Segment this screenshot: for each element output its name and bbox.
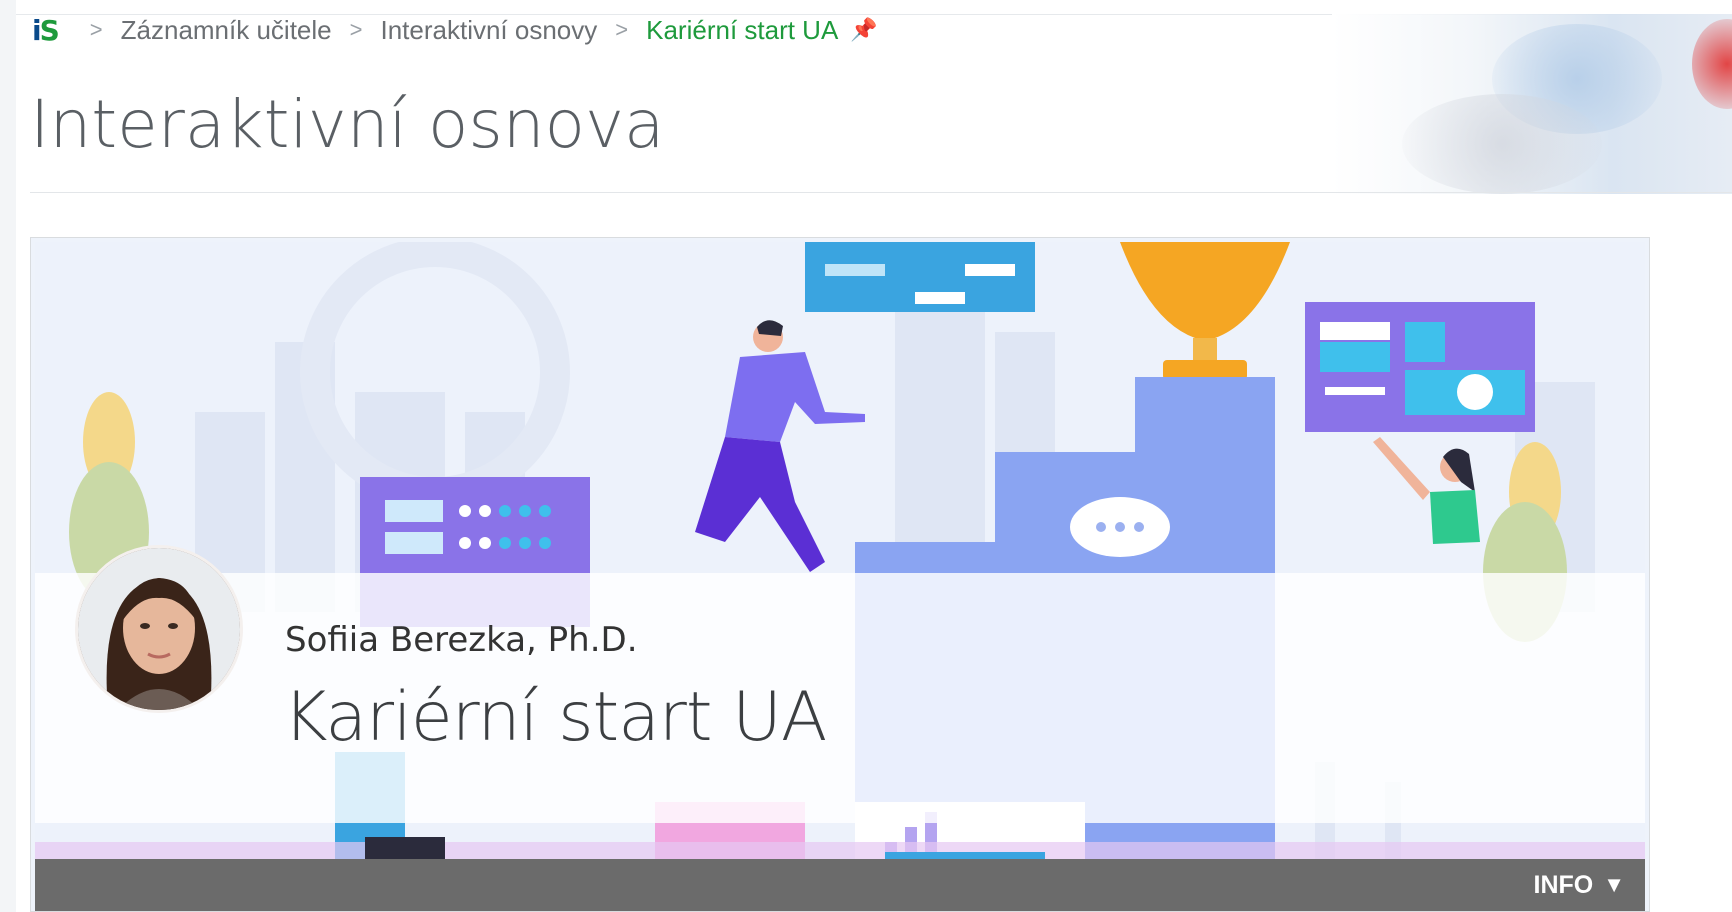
breadcrumb-item-zaznamnik[interactable]: Záznamník učitele <box>121 15 332 46</box>
info-toggle-button[interactable]: INFO ▼ <box>1534 869 1626 901</box>
breadcrumb-item-current: Kariérní start UA <box>646 14 839 45</box>
course-title: Kariérní start UA <box>283 678 827 757</box>
course-header-overlay <box>35 573 1645 823</box>
left-strip <box>0 0 16 912</box>
info-button-label: INFO <box>1533 870 1594 899</box>
avatar <box>75 545 243 713</box>
page-title: Interaktivní osnova <box>30 86 665 163</box>
course-author[interactable]: Sofiia Berezka, Ph.D. <box>285 620 638 660</box>
pin-icon[interactable]: 📌 <box>850 17 877 43</box>
header-decoration <box>1332 14 1732 194</box>
chevron-right-icon: > <box>89 17 103 42</box>
breadcrumb-item-osnovy[interactable]: Interaktivní osnovy <box>380 15 597 46</box>
info-bar: INFO ▼ <box>35 859 1645 911</box>
caret-down-icon: ▼ <box>1603 872 1625 897</box>
breadcrumb: iS > Záznamník učitele > Interaktivní os… <box>32 12 878 48</box>
title-divider <box>30 192 1732 193</box>
chevron-right-icon: > <box>349 17 363 42</box>
is-logo[interactable]: iS <box>32 14 60 47</box>
chevron-right-icon: > <box>615 17 629 42</box>
course-card: Sofiia Berezka, Ph.D. Kariérní start UA … <box>30 237 1650 912</box>
